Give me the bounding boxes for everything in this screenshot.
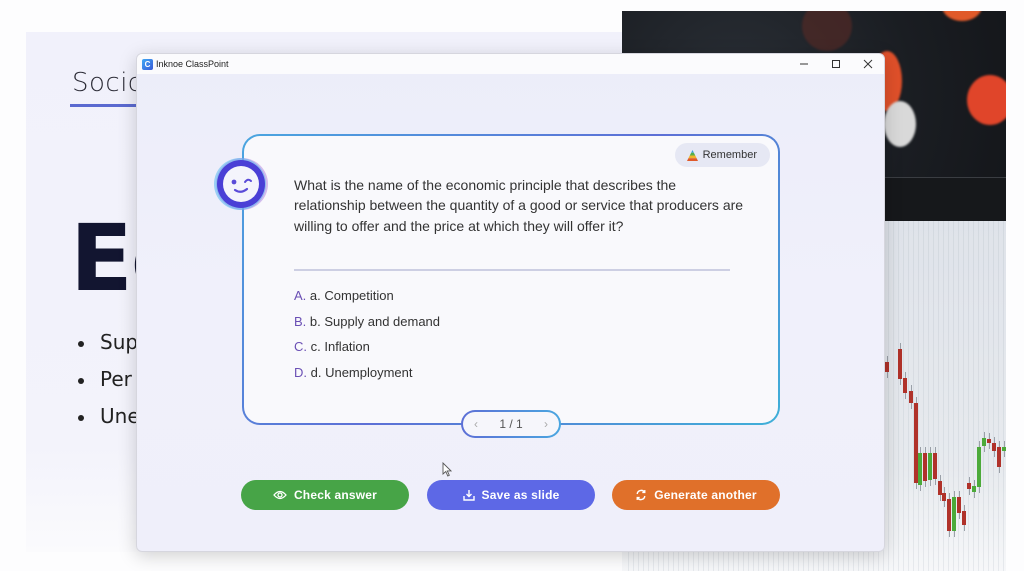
classpoint-window: C Inknoe ClassPoint Remember What is the… [136,53,885,552]
answer-option: A. a. Competition [294,287,440,313]
candlestick [967,483,971,489]
candlestick [909,391,913,403]
candlestick [982,438,986,446]
generate-another-button[interactable]: Generate another [612,480,780,510]
slide-bullet: Une [78,404,140,441]
maximize-button[interactable] [820,54,852,74]
grid-line [968,221,969,571]
quiz-question-card: Remember What is the name of the economi… [242,134,780,425]
candlestick [947,499,951,531]
grid-line [1003,221,1004,571]
maximize-icon [832,60,840,68]
candlestick [952,497,956,531]
grid-line [893,221,894,571]
candlestick [997,447,1001,467]
bullet-dot-icon [78,377,84,384]
bokeh-light [942,11,982,21]
grid-line [978,221,979,571]
option-text: b. Supply and demand [309,313,441,329]
candlestick [923,453,927,481]
candlestick [957,497,961,513]
grid-line [993,221,994,571]
minimize-icon [800,63,808,65]
grid-line [973,221,974,571]
check-answer-button[interactable]: Check answer [241,480,409,510]
previous-question-button[interactable]: ‹ [474,417,478,431]
grid-line [888,221,889,571]
candlestick [898,349,902,379]
save-as-slide-button[interactable]: Save as slide [427,480,595,510]
candlestick [972,486,976,492]
slide-bullet: Sup [78,330,140,367]
bokeh-light [884,101,916,147]
slide-bullet: Per [78,367,140,404]
option-text: a. Competition [309,288,394,303]
bokeh-light [967,75,1006,125]
question-text: What is the name of the economic princip… [294,177,744,234]
title-bar[interactable]: C Inknoe ClassPoint [137,54,884,74]
grid-line [933,221,934,571]
window-controls [788,54,884,74]
grid-line [943,221,944,571]
answer-option: B. b. Supply and demand [294,313,440,339]
answer-option: C. c. Inflation [294,338,440,364]
bullet-dot-icon [78,340,84,347]
grid-line [988,221,989,571]
candlestick [885,362,889,372]
option-text: c. Inflation [310,339,370,354]
eye-icon [273,490,287,500]
candlestick [933,453,937,479]
bullet-dot-icon [78,414,84,421]
question-divider [294,269,730,271]
question-pager: ‹ 1 / 1 › [461,410,561,438]
grid-line [998,221,999,571]
next-question-button[interactable]: › [544,417,548,431]
candlestick [903,378,907,393]
option-letter: A. [294,288,307,303]
candlestick [1002,447,1006,451]
refresh-icon [636,489,646,501]
grid-line [938,221,939,571]
candlestick [918,453,922,485]
answer-option: D. d. Unemployment [294,364,440,390]
candlestick [992,443,996,451]
option-letter: C. [294,339,307,354]
bloom-level-label: Remember [702,149,757,161]
grid-line [918,221,919,571]
candlestick [977,447,981,487]
pyramid-icon [686,149,698,161]
grid-line [983,221,984,571]
save-as-slide-label: Save as slide [481,488,560,502]
close-icon [863,59,873,69]
mouse-cursor-icon [442,462,452,477]
candlestick [928,453,932,480]
download-icon [462,490,475,501]
option-text: d. Unemployment [310,364,413,380]
check-answer-label: Check answer [293,488,378,502]
close-button[interactable] [852,54,884,74]
minimize-button[interactable] [788,54,820,74]
option-letter: B. [294,313,307,329]
bokeh-light [802,11,852,51]
slide-title: Socic [72,68,143,98]
window-title: Inknoe ClassPoint [156,59,229,69]
classpoint-logo-icon: C [142,58,153,70]
grid-line [913,221,914,571]
generate-another-label: Generate another [654,488,757,502]
grid-line [923,221,924,571]
page-indicator: 1 / 1 [499,417,523,431]
answer-options: A. a. Competition B. b. Supply and deman… [294,287,440,389]
candlestick [962,511,966,525]
ai-avatar-icon [214,158,268,210]
candlestick [987,439,991,443]
slide-bullet-list: Sup Per Une [78,330,140,441]
desktop: Socic Ec Sup Per Une C Inknoe ClassPoint [0,0,1024,571]
slide-title-underline [70,104,140,107]
option-letter: D. [294,364,307,380]
bloom-level-badge: Remember [674,143,770,167]
grid-line [898,221,899,571]
candlestick [942,493,946,501]
grid-line [928,221,929,571]
